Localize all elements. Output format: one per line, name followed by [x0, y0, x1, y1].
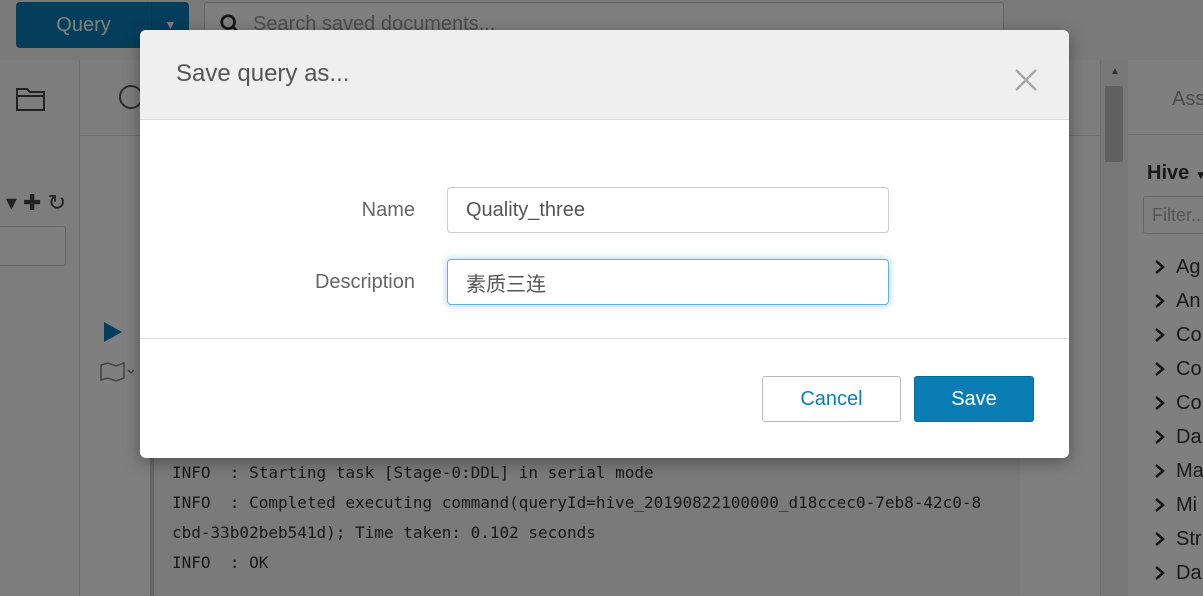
- save-query-dialog: Save query as... Name Description Cancel…: [140, 30, 1069, 458]
- name-input[interactable]: [447, 187, 889, 233]
- dialog-title: Save query as...: [176, 60, 350, 87]
- dialog-body: Name Description: [140, 121, 1069, 338]
- description-input[interactable]: [447, 259, 889, 305]
- dialog-header: Save query as...: [140, 30, 1069, 120]
- save-button[interactable]: Save: [914, 376, 1034, 422]
- cancel-button[interactable]: Cancel: [762, 376, 901, 422]
- name-label: Name: [361, 199, 415, 221]
- close-icon[interactable]: [1012, 66, 1040, 94]
- description-label: Description: [314, 271, 415, 293]
- dialog-footer: Cancel Save: [140, 338, 1069, 458]
